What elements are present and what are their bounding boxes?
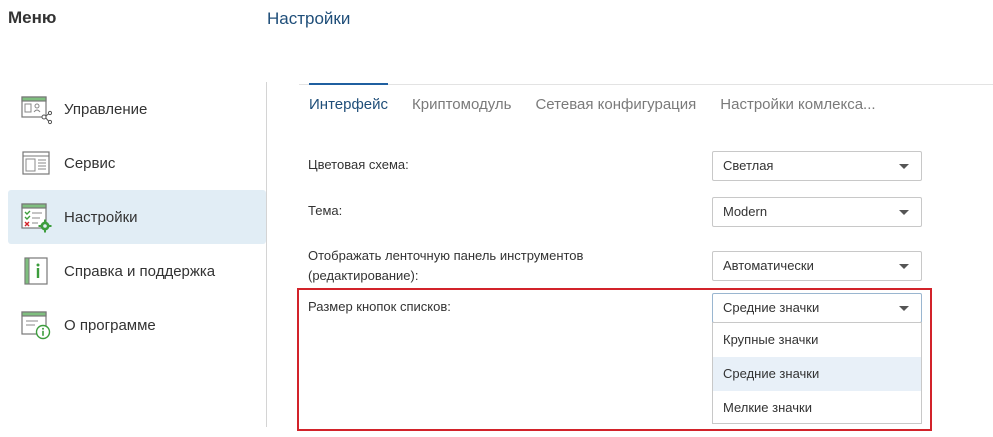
sidebar-item-service[interactable]: Сервис	[8, 136, 266, 190]
sidebar-item-label: О программе	[64, 316, 156, 334]
theme-select[interactable]: Modern	[712, 197, 922, 227]
sidebar-divider	[266, 82, 267, 427]
chevron-down-icon	[899, 210, 909, 215]
tab-interface[interactable]: Интерфейс	[309, 83, 389, 126]
ribbon-label: Отображать ленточную панель инструментов…	[308, 246, 583, 286]
menu-title: Меню	[8, 8, 57, 27]
sidebar-item-label: Сервис	[64, 154, 116, 172]
settings-tabs: Интерфейс Криптомодуль Сетевая конфигура…	[309, 83, 900, 126]
page-title: Настройки	[267, 9, 351, 28]
theme-label: Тема:	[308, 203, 343, 218]
sidebar-item-management[interactable]: Управление	[8, 82, 266, 136]
sidebar-item-about[interactable]: О программе	[8, 298, 266, 352]
sidebar: Управление Сервис Настройки Справка и по…	[8, 82, 266, 352]
color-scheme-select[interactable]: Светлая	[712, 151, 922, 181]
management-icon	[20, 93, 52, 125]
sidebar-item-label: Управление	[64, 100, 148, 118]
sidebar-item-label: Настройки	[64, 208, 138, 226]
ribbon-label-line2: (редактирование):	[308, 268, 419, 283]
color-scheme-value: Светлая	[723, 158, 774, 173]
theme-value: Modern	[723, 204, 768, 219]
chevron-down-icon	[899, 164, 909, 169]
chevron-down-icon	[899, 264, 909, 269]
help-icon	[20, 255, 52, 287]
ribbon-value: Автоматически	[723, 258, 814, 273]
sidebar-item-settings[interactable]: Настройки	[8, 190, 266, 244]
settings-icon	[20, 201, 52, 233]
sidebar-item-help[interactable]: Справка и поддержка	[8, 244, 266, 298]
ribbon-label-line1: Отображать ленточную панель инструментов	[308, 248, 584, 263]
ribbon-select[interactable]: Автоматически	[712, 251, 922, 281]
tab-complex-settings[interactable]: Настройки комлекса...	[720, 84, 875, 126]
service-icon	[20, 147, 52, 179]
color-scheme-label: Цветовая схема:	[308, 157, 409, 172]
tab-crypto-module[interactable]: Криптомодуль	[412, 84, 511, 126]
sidebar-item-label: Справка и поддержка	[64, 262, 216, 280]
tab-network-config[interactable]: Сетевая конфигурация	[535, 84, 696, 126]
highlight-box	[297, 288, 932, 431]
about-icon	[20, 309, 52, 341]
